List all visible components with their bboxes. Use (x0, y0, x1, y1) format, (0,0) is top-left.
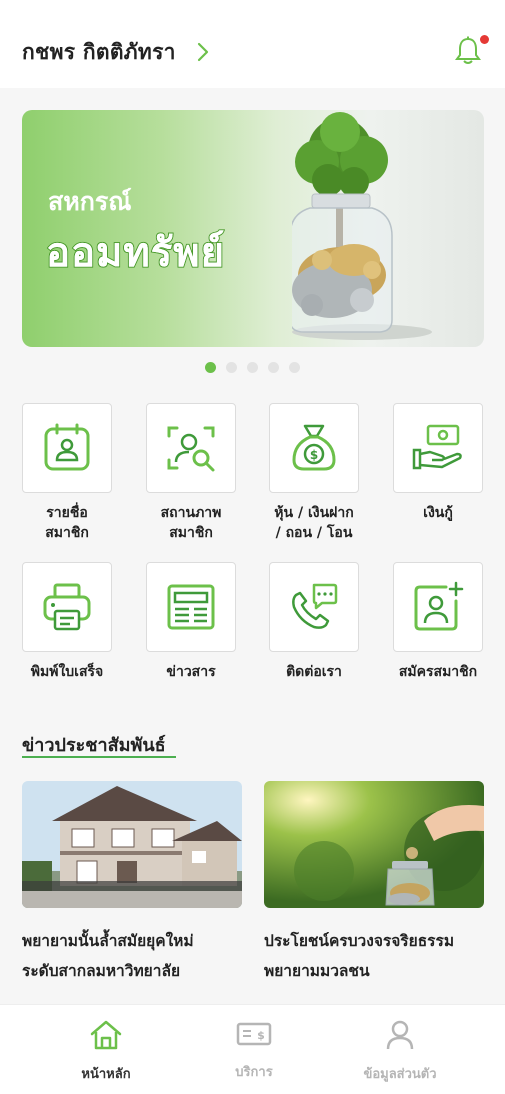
menu-label: รายชื่อ (46, 505, 88, 521)
menu-tile[interactable]: $ (269, 403, 359, 493)
menu-label: สมัครสมาชิก (398, 664, 478, 680)
news-title: ระดับสากลมหาวิทยาลัย (22, 962, 181, 980)
bell-icon[interactable] (454, 36, 482, 66)
carousel-dot[interactable] (205, 362, 216, 373)
menu-tile[interactable] (146, 403, 236, 493)
bottom-navigation: หน้าหลัก $ บริการ ข้อมูลส่วนตัว (0, 1004, 505, 1094)
menu-label: เงินกู้ (423, 505, 453, 521)
carousel-dot[interactable] (247, 362, 258, 373)
money-jar-tree-image (292, 112, 432, 340)
svg-text:$: $ (310, 448, 318, 462)
news-title: ประโยชน์ครบวงจรจริยธรรม (264, 932, 455, 950)
menu-loan[interactable]: เงินกู้ (393, 403, 483, 523)
menu-label: พิมพ์ใบเสร็จ (30, 664, 104, 680)
printer-icon (43, 583, 91, 631)
tab-label: บริการ (235, 1065, 273, 1080)
banner-title: ออมทรัพย์ (45, 229, 226, 277)
chevron-right-icon[interactable] (196, 42, 210, 62)
menu-tile[interactable] (22, 403, 112, 493)
menu-contact[interactable]: ติดต่อเรา (269, 562, 359, 682)
news-card[interactable]: ประโยชน์ครบวงจรจริยธรรม พยายามมวลชน (264, 781, 484, 986)
news-title: พยายามนั้นล้ำสมัยยุคใหม่ (22, 932, 194, 950)
member-status-icon (167, 426, 215, 472)
member-list-icon (44, 423, 90, 471)
app-header: กชพร กิตติภัทรา (0, 0, 505, 88)
money-bag-icon: $ (292, 424, 336, 471)
carousel-indicator (205, 362, 300, 373)
news-image[interactable] (22, 781, 242, 908)
menu-member-status[interactable]: สถานภาพสมาชิก (146, 403, 236, 543)
promo-banner[interactable]: สหกรณ์ ออมทรัพย์ (22, 110, 484, 347)
home-icon (90, 1020, 122, 1050)
banner-subtitle: สหกรณ์ (48, 187, 132, 216)
user-name[interactable]: กชพร กิตติภัทรา (22, 36, 176, 69)
menu-shares-deposits[interactable]: $ หุ้น / เงินฝาก / ถอน / โอน (269, 403, 359, 543)
tab-service[interactable]: $ บริการ (184, 1019, 324, 1082)
profile-icon (386, 1020, 414, 1050)
menu-register[interactable]: สมัครสมาชิก (393, 562, 483, 682)
service-icon: $ (236, 1022, 272, 1046)
menu-member-list[interactable]: รายชื่อสมาชิก (22, 403, 112, 543)
carousel-dot[interactable] (268, 362, 279, 373)
menu-label: ข่าวสาร (166, 664, 216, 680)
section-underline (22, 756, 176, 758)
news-icon (167, 584, 215, 630)
house-photo (22, 781, 242, 908)
menu-label: / ถอน / โอน (275, 525, 353, 541)
menu-tile[interactable] (393, 403, 483, 493)
menu-tile[interactable] (393, 562, 483, 652)
tab-home[interactable]: หน้าหลัก (36, 1019, 176, 1084)
tab-label: หน้าหลัก (81, 1067, 131, 1082)
menu-label: สมาชิก (169, 525, 213, 541)
menu-tile[interactable] (269, 562, 359, 652)
register-icon (414, 581, 464, 631)
notification-badge (480, 35, 489, 44)
menu-tile[interactable] (146, 562, 236, 652)
news-title: พยายามมวลชน (264, 962, 370, 980)
carousel-dot[interactable] (289, 362, 300, 373)
news-card[interactable]: พยายามนั้นล้ำสมัยยุคใหม่ ระดับสากลมหาวิท… (22, 781, 242, 986)
menu-label: สมาชิก (45, 525, 89, 541)
svg-text:$: $ (257, 1029, 265, 1042)
coin-jar-photo (264, 781, 484, 908)
carousel-dot[interactable] (226, 362, 237, 373)
contact-icon (292, 583, 338, 629)
news-image[interactable] (264, 781, 484, 908)
tab-label: ข้อมูลส่วนตัว (363, 1067, 437, 1082)
tab-profile[interactable]: ข้อมูลส่วนตัว (330, 1019, 470, 1084)
menu-label: หุ้น / เงินฝาก (274, 505, 354, 521)
menu-news[interactable]: ข่าวสาร (146, 562, 236, 682)
menu-print-receipt[interactable]: พิมพ์ใบเสร็จ (22, 562, 112, 682)
loan-icon (412, 424, 462, 470)
menu-label: ติดต่อเรา (286, 664, 342, 680)
menu-tile[interactable] (22, 562, 112, 652)
menu-label: สถานภาพ (160, 505, 222, 521)
news-section-title: ข่าวประชาสัมพันธ์ (22, 735, 166, 756)
